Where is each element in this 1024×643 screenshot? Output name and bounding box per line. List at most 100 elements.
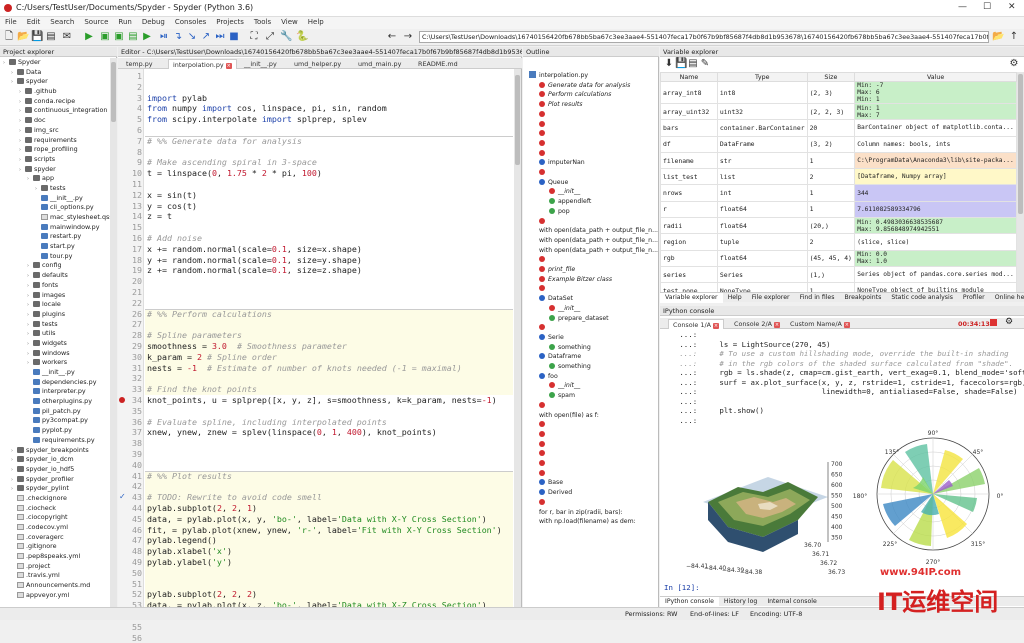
back-icon[interactable]: ← <box>386 31 398 43</box>
outline-item[interactable] <box>523 323 548 333</box>
menu-consoles[interactable]: Consoles <box>170 17 211 26</box>
editor-tab[interactable]: interpolation.py × <box>168 59 237 69</box>
code-line[interactable] <box>145 579 513 590</box>
project-tree-item[interactable]: otherplugins.py <box>0 397 110 407</box>
editor-tab[interactable]: __init__.py <box>240 59 281 69</box>
menu-search[interactable]: Search <box>45 17 79 26</box>
outline-item[interactable]: spam <box>523 391 575 401</box>
variable-scrollbar[interactable] <box>1017 72 1024 292</box>
code-line[interactable]: z = t <box>145 211 513 222</box>
project-tree-item[interactable]: requirements.py <box>0 436 110 446</box>
outline-item[interactable] <box>523 440 548 450</box>
code-line[interactable] <box>145 147 513 158</box>
outline-item[interactable]: with open(data_path + output_file_n... <box>523 236 658 246</box>
save-all-icon[interactable]: ▤ <box>45 31 57 43</box>
code-line[interactable]: # Spline parameters <box>145 330 513 341</box>
outline-item[interactable] <box>523 498 548 508</box>
console-tab[interactable]: Console 1/A × <box>668 319 724 329</box>
outline-item[interactable] <box>523 449 548 459</box>
outline-item[interactable]: with open(file) as f: <box>523 411 599 421</box>
project-tree-item[interactable]: › requirements <box>0 136 110 146</box>
project-tree-item[interactable]: .travis.yml <box>0 571 110 581</box>
code-line[interactable]: # %% Perform calculations <box>145 309 513 320</box>
pane-tab[interactable]: Internal console <box>762 597 821 607</box>
menu-view[interactable]: View <box>276 17 303 26</box>
column-header[interactable]: Name <box>660 72 718 82</box>
code-line[interactable]: xnew, ynew, znew = splev(linspace(0, 1, … <box>145 427 513 438</box>
pane-tab[interactable]: Profiler <box>958 293 990 303</box>
outline-item[interactable]: with np.load(filename) as dem: <box>523 517 636 527</box>
project-tree-item[interactable]: dependencies.py <box>0 378 110 388</box>
code-line[interactable] <box>145 222 513 233</box>
code-line[interactable]: # TODO: Rewrite to avoid code smell <box>145 492 513 503</box>
project-tree-item[interactable]: › spyder_profiler <box>0 475 110 485</box>
debug-icon[interactable]: ⏯ <box>158 31 170 43</box>
open-file-icon[interactable]: 📂 <box>17 31 29 43</box>
remove-all-icon[interactable]: ✎ <box>699 58 711 70</box>
code-line[interactable] <box>145 373 513 384</box>
outline-item[interactable]: for r, bar in zip(radii, bars): <box>523 508 623 518</box>
outline-item[interactable]: Example Bitzer class <box>523 275 612 285</box>
outline-item[interactable]: with open(data_path + output_file_n... <box>523 226 658 236</box>
code-line[interactable]: k_param = 2 # Spline order <box>145 352 513 363</box>
outline-item[interactable]: appendleft <box>523 197 591 207</box>
menu-source[interactable]: Source <box>79 17 113 26</box>
code-line[interactable] <box>145 82 513 93</box>
outline-item[interactable] <box>523 469 548 479</box>
project-tree-item[interactable]: › spyder_breakpoints <box>0 446 110 456</box>
save-icon[interactable]: 💾 <box>31 31 43 43</box>
new-file-icon[interactable]: 🗋 <box>3 31 15 43</box>
code-line[interactable]: pylab.xlabel('x') <box>145 546 513 557</box>
code-line[interactable]: t = linspace(0, 1.75 * 2 * pi, 100) <box>145 168 513 179</box>
code-line[interactable]: from numpy import cos, linspace, pi, sin… <box>145 103 513 114</box>
project-tree-item[interactable]: mac_stylesheet.qss <box>0 213 110 223</box>
project-tree-item[interactable]: cli_options.py <box>0 203 110 213</box>
project-tree-item[interactable]: interpreter.py <box>0 387 110 397</box>
project-tree-item[interactable]: › images <box>0 291 110 301</box>
project-tree-item[interactable]: py3compat.py <box>0 416 110 426</box>
code-line[interactable]: from scipy.interpolate import splprep, s… <box>145 114 513 125</box>
column-header[interactable]: Size <box>806 72 856 82</box>
menu-tools[interactable]: Tools <box>249 17 276 26</box>
working-directory-input[interactable]: C:\Users\TestUser\Downloads\16740156420f… <box>419 31 989 43</box>
outline-item[interactable] <box>523 120 548 130</box>
outline-item[interactable] <box>523 149 548 159</box>
project-tree-item[interactable]: › img_src <box>0 126 110 136</box>
project-tree-item[interactable]: __init__.py <box>0 368 110 378</box>
variable-row[interactable]: list_test list 2 [Dataframe, Numpy array] <box>660 168 1017 186</box>
run-selection-icon[interactable]: ▤ <box>127 31 139 43</box>
save-as-icon[interactable]: ▤ <box>687 58 699 70</box>
project-tree-item[interactable]: .codecov.yml <box>0 523 110 533</box>
code-line[interactable]: # Evaluate spline, including interpolate… <box>145 417 513 428</box>
code-line[interactable]: # %% Generate data for analysis <box>145 136 513 147</box>
code-line[interactable] <box>145 71 513 82</box>
outline-item[interactable] <box>523 217 548 227</box>
code-area[interactable]: import pylab from numpy import cos, linsp… <box>145 69 513 607</box>
code-line[interactable] <box>145 319 513 330</box>
outline-item[interactable]: __init__ <box>523 187 580 197</box>
code-line[interactable] <box>145 438 513 449</box>
project-tree-item[interactable]: › Spyder <box>0 58 110 68</box>
project-tree-item[interactable]: __init__.py <box>0 194 110 204</box>
project-tree-item[interactable]: pyplot.py <box>0 426 110 436</box>
editor-tab[interactable]: umd_main.py <box>354 59 405 69</box>
options-icon[interactable]: ⚙ <box>1008 58 1020 70</box>
outline-item[interactable]: print_file <box>523 265 575 275</box>
project-tree-item[interactable]: › workers <box>0 358 110 368</box>
code-line[interactable]: y += random.normal(scale=0.1, size=y.sha… <box>145 255 513 266</box>
outline-item[interactable]: Dataframe <box>523 352 581 362</box>
editor-scrollbar[interactable] <box>514 69 521 607</box>
code-line[interactable]: z += random.normal(scale=0.1, size=z.sha… <box>145 265 513 276</box>
pane-tab[interactable]: Online help <box>990 293 1024 303</box>
outline-item[interactable]: Base <box>523 478 563 488</box>
project-tree-item[interactable]: .checkignore <box>0 494 110 504</box>
project-tree-item[interactable]: restart.py <box>0 232 110 242</box>
breakpoint-icon[interactable] <box>119 397 125 403</box>
run-cell-advance-icon[interactable]: ▣ <box>113 31 125 43</box>
code-line[interactable] <box>145 449 513 460</box>
project-tree-item[interactable]: › tests <box>0 184 110 194</box>
outline-item[interactable] <box>523 129 548 139</box>
project-scrollbar[interactable] <box>110 58 117 607</box>
project-tree-item[interactable]: › spyder_pylint <box>0 484 110 494</box>
code-line[interactable] <box>145 460 513 471</box>
